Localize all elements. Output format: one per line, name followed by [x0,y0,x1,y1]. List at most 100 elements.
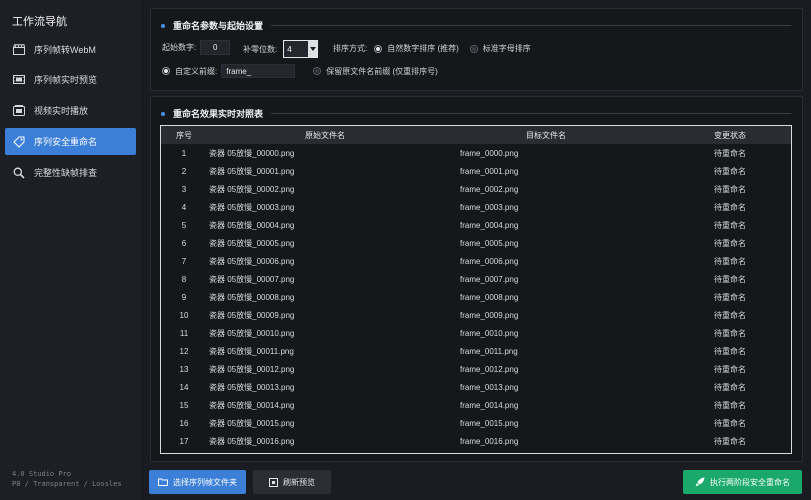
cell-target-name-text: frame_0003.png [460,202,519,212]
table-row[interactable]: 4 瓷器 05放慢_00003.png frame_0003.png 待重命名 [161,198,791,216]
cell-original-name-text: 瓷器 05放慢_00011.png [209,346,294,356]
col-status[interactable]: 变更状态 [671,130,789,141]
table-row[interactable]: 9 瓷器 05放慢_00008.png frame_0008.png 待重命名 [161,288,791,306]
sidebar-item-label: 完整性缺帧排查 [34,168,98,178]
cell-index: 14 [179,382,189,392]
film-icon [13,74,25,86]
cell-status: 待重命名 [714,346,746,356]
select-folder-button[interactable]: 选择序列帧文件夹 [149,470,246,494]
cell-original-name: 瓷器 05放慢_00007.png [207,274,421,285]
execute-rename-button[interactable]: 执行两阶段安全重命名 [683,470,802,494]
refresh-preview-button[interactable]: 刷新预览 [253,470,331,494]
cell-status: 待重命名 [714,274,746,284]
cell-original-name-text: 瓷器 05放慢_00006.png [209,256,295,266]
custom-prefix-input[interactable]: frame_ [221,64,296,78]
col-target[interactable]: 目标文件名 [421,130,671,141]
divider [271,25,791,26]
table-row[interactable]: 17 瓷器 05放慢_00016.png frame_0016.png 待重命名 [161,432,791,450]
sidebar-item-label: 序列安全重命名 [34,137,98,147]
table-row[interactable]: 7 瓷器 05放慢_00006.png frame_0006.png 待重命名 [161,252,791,270]
table-row[interactable]: 15 瓷器 05放慢_00014.png frame_0014.png 待重命名 [161,396,791,414]
start-number-input[interactable]: 0 [200,40,231,55]
execute-rename-label: 执行两阶段安全重命名 [710,477,790,487]
sidebar-item-integrity[interactable]: 完整性缺帧排查 [5,159,136,186]
table-row[interactable]: 14 瓷器 05放慢_00013.png frame_0013.png 待重命名 [161,378,791,396]
table-row[interactable]: 13 瓷器 05放慢_00012.png frame_0012.png 待重命名 [161,360,791,378]
keep-prefix-label[interactable]: 保留原文件名前缀 (仅重排序号) [326,66,438,77]
cell-original-name: 瓷器 05放慢_00000.png [207,148,421,159]
cell-index: 16 [179,418,189,428]
cell-original-name-text: 瓷器 05放慢_00009.png [209,310,295,320]
table-row[interactable]: 5 瓷器 05放慢_00004.png frame_0004.png 待重命名 [161,216,791,234]
cell-target-name-text: frame_0011.png [460,346,518,356]
sidebar-item-video[interactable]: 视频实时播放 [5,97,136,124]
cell-original-name-text: 瓷器 05放慢_00001.png [209,166,295,176]
rocket-icon [695,477,705,487]
cell-target-name-text: frame_0006.png [460,256,519,266]
version-label: 4.0 Studio Pro [12,470,72,478]
sidebar-item-webm[interactable]: 序列帧转WebM [5,36,136,63]
cell-status: 待重命名 [714,166,746,176]
cell-original-name-text: 瓷器 05放慢_00015.png [209,418,295,428]
cell-index: 4 [181,202,187,212]
start-number-label: 起始数字: [162,43,197,52]
cell-target-name: frame_0015.png [421,419,671,428]
cell-status: 待重命名 [714,310,746,320]
cell-original-name-text: 瓷器 05放慢_00014.png [209,400,295,410]
sidebar-item-label: 序列帧实时预览 [34,75,98,85]
sort-standard-radio[interactable] [469,44,478,53]
custom-prefix-label[interactable]: 自定义前缀: [175,66,217,77]
cell-target-name-text: frame_0007.png [460,274,519,284]
tag-icon [13,136,25,148]
select-folder-label: 选择序列帧文件夹 [173,477,237,487]
table-body: 1 瓷器 05放慢_00000.png frame_0000.png 待重命名 2 瓷器 … [161,144,791,450]
cell-original-name-text: 瓷器 05放慢_00012.png [209,364,295,374]
custom-prefix-radio[interactable] [162,67,170,75]
cell-target-name-text: frame_0015.png [460,418,519,428]
table-row[interactable]: 10 瓷器 05放慢_00009.png frame_0009.png 待重命名 [161,306,791,324]
cell-target-name-text: frame_0016.png [460,436,519,446]
cell-original-name-text: 瓷器 05放慢_00008.png [209,292,295,302]
cell-original-name: 瓷器 05放慢_00001.png [207,166,421,177]
cell-target-name: frame_0007.png [421,275,671,284]
table-row[interactable]: 6 瓷器 05放慢_00005.png frame_0005.png 待重命名 [161,234,791,252]
cell-status: 待重命名 [714,400,746,410]
sort-natural-radio[interactable] [374,44,383,53]
cell-index: 7 [181,256,187,266]
keep-prefix-radio[interactable] [313,67,322,75]
cell-status: 待重命名 [714,238,746,248]
sidebar-item-label: 视频实时播放 [34,106,89,116]
sidebar-item-rename[interactable]: 序列安全重命名 [5,128,136,155]
table-row[interactable]: 12 瓷器 05放慢_00011.png frame_0011.png 待重命名 [161,342,791,360]
table-row[interactable]: 2 瓷器 05放慢_00001.png frame_0001.png 待重命名 [161,162,791,180]
cell-target-name-text: frame_0008.png [460,292,519,302]
table-row[interactable]: 1 瓷器 05放慢_00000.png frame_0000.png 待重命名 [161,144,791,162]
cell-target-name: frame_0011.png [421,347,671,356]
cell-status: 待重命名 [714,328,746,338]
cell-status: 待重命名 [714,436,746,446]
cell-status: 待重命名 [714,220,746,230]
cell-original-name: 瓷器 05放慢_00002.png [207,184,421,195]
cell-target-name: frame_0000.png [421,149,671,158]
sort-natural-label[interactable]: 自然数字排序 (推荐) [387,43,459,54]
cell-index: 9 [181,292,187,302]
table-row[interactable]: 8 瓷器 05放慢_00007.png frame_0007.png 待重命名 [161,270,791,288]
format-label: P8 / Transparent / Lossles [12,480,122,488]
sidebar-item-preview[interactable]: 序列帧实时预览 [5,66,136,93]
padding-select[interactable]: 4 [283,40,319,58]
cell-target-name: frame_0006.png [421,257,671,266]
table-row[interactable]: 11 瓷器 05放慢_00010.png frame_0010.png 待重命名 [161,324,791,342]
table-row[interactable]: 16 瓷器 05放慢_00015.png frame_0015.png 待重命名 [161,414,791,432]
cell-original-name-text: 瓷器 05放慢_00004.png [209,220,295,230]
table-row[interactable]: 3 瓷器 05放慢_00002.png frame_0002.png 待重命名 [161,180,791,198]
cell-index: 11 [179,328,189,338]
cell-target-name-text: frame_0001.png [460,166,519,176]
col-index[interactable]: 序号 [161,130,207,141]
cell-original-name: 瓷器 05放慢_00015.png [207,418,421,429]
cell-status: 待重命名 [714,382,746,392]
sidebar: 工作流导航 序列帧转WebM 序列帧实时预览 视频实时播放 序列安全重命名 完整… [0,0,143,500]
sort-standard-label[interactable]: 标准字母排序 [483,43,531,54]
col-original[interactable]: 原始文件名 [207,130,421,141]
cell-target-name-text: frame_0005.png [460,238,519,248]
cell-index: 10 [179,310,189,320]
